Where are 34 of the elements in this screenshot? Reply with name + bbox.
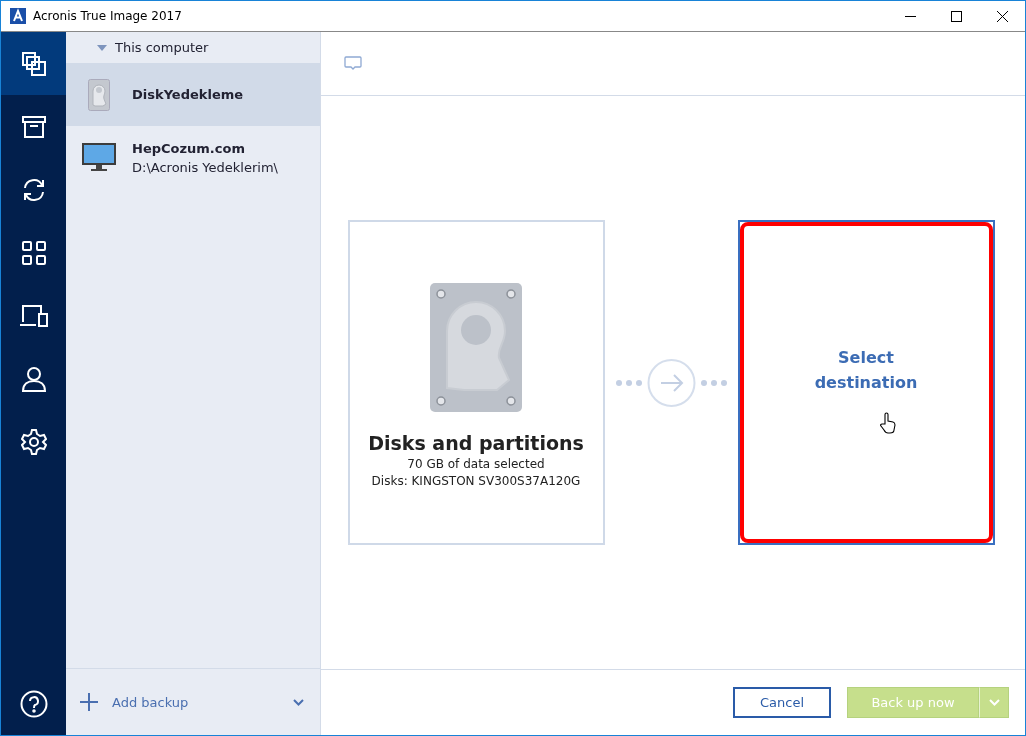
backup-item[interactable]: HepCozum.com D:\Acronis Yedeklerim\: [66, 126, 320, 189]
destination-label: Select destination: [813, 346, 919, 394]
maximize-icon: [950, 10, 962, 22]
help-icon: [19, 689, 48, 718]
archive-box-icon: [21, 114, 46, 139]
destination-card[interactable]: Select destination: [737, 220, 995, 545]
app-logo-icon: [10, 8, 26, 24]
backup-name: HepCozum.com: [132, 140, 246, 156]
chevron-down-icon: [988, 699, 1000, 706]
person-icon: [20, 365, 47, 392]
backup-path: D:\Acronis Yedeklerim\: [132, 159, 278, 175]
add-backup-button[interactable]: Add backup: [80, 693, 293, 711]
chevron-down-icon[interactable]: [293, 698, 304, 706]
group-label: This computer: [115, 40, 209, 55]
source-title: Disks and partitions: [368, 432, 584, 454]
grid-icon: [21, 240, 46, 265]
source-detail: 70 GB of data selected: [407, 457, 545, 471]
backup-item[interactable]: DiskYedekleme: [66, 63, 320, 126]
group-header[interactable]: This computer: [66, 32, 320, 63]
window-title: Acronis True Image 2017: [33, 9, 183, 23]
monitor-icon: [82, 142, 116, 173]
settings-icon: [20, 428, 47, 455]
hard-drive-icon: [88, 78, 110, 111]
nav-item[interactable]: [1, 32, 66, 95]
close-icon: [996, 10, 1008, 22]
hard-drive-icon: [430, 283, 522, 412]
hand-cursor-icon: [879, 412, 896, 434]
backup-name: DiskYedekleme: [132, 87, 244, 102]
source-card[interactable]: Disks and partitions 70 GB of data selected Disks: KINGSTON SV300S37A120G: [347, 220, 605, 545]
backup-icon: [20, 50, 47, 77]
cancel-button[interactable]: Cancel: [733, 687, 831, 718]
source-detail: Disks: KINGSTON SV300S37A120G: [371, 474, 581, 488]
devices-icon: [18, 303, 49, 328]
plus-icon: [80, 693, 98, 711]
